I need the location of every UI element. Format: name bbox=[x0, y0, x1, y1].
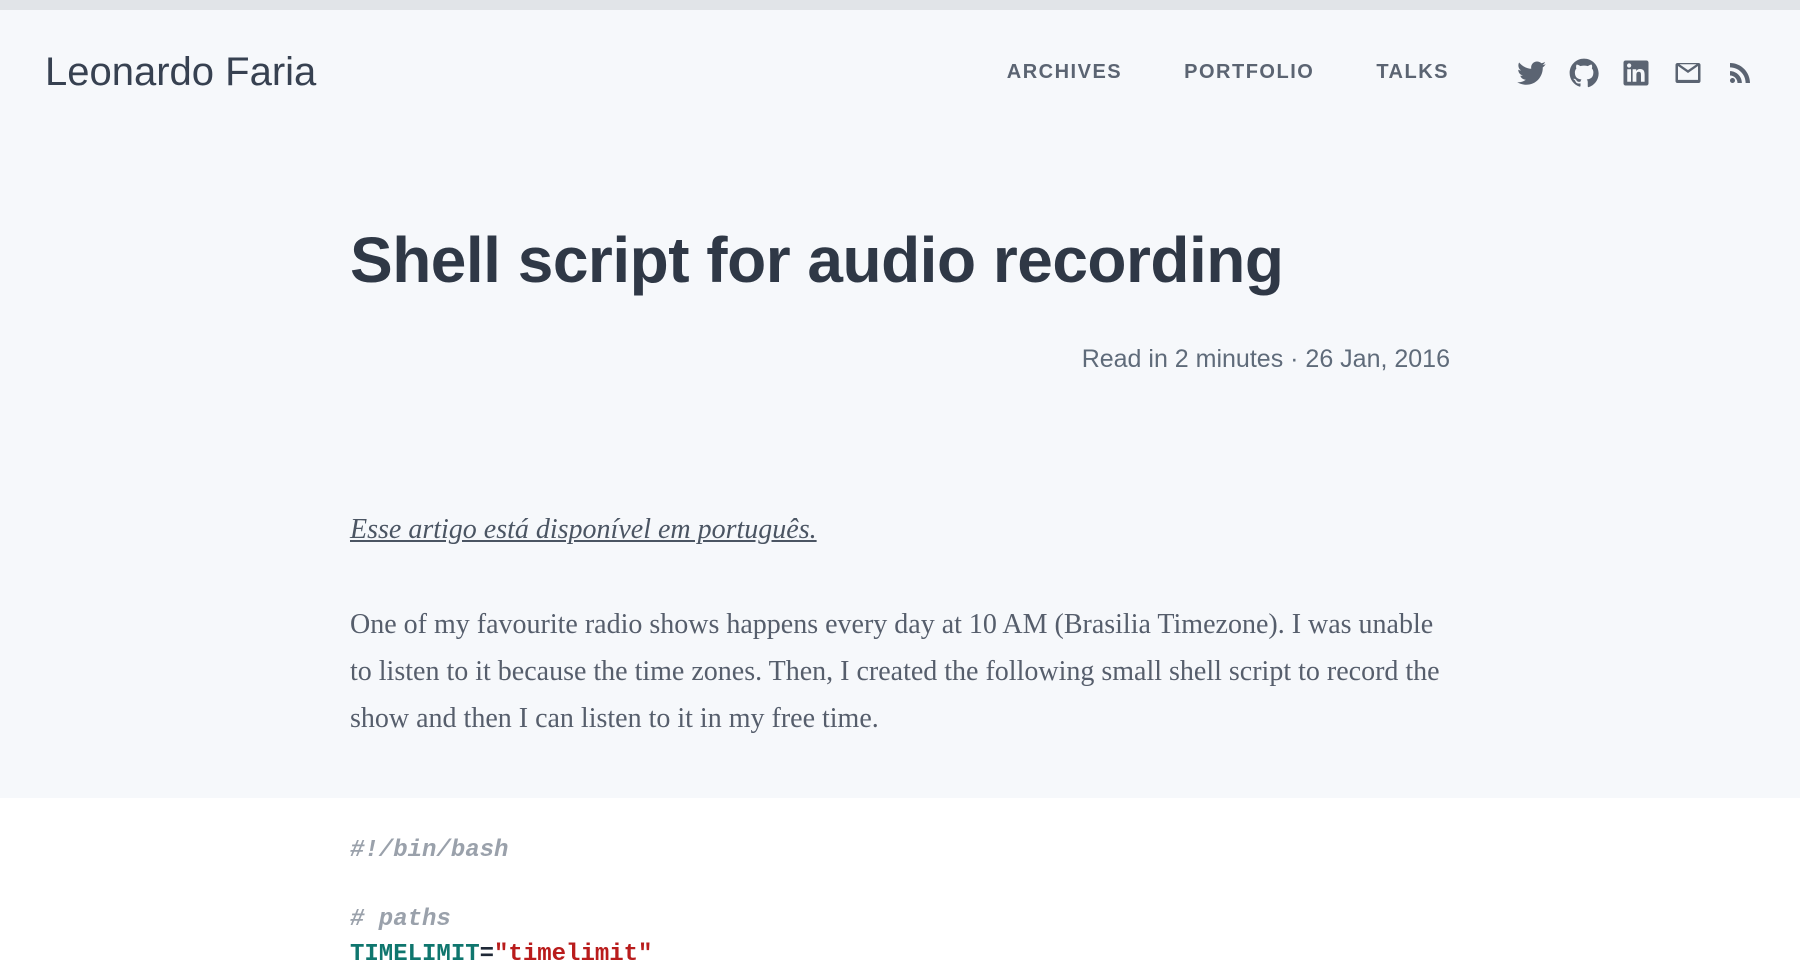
code-shebang: #!/bin/bash bbox=[350, 837, 508, 864]
site-title[interactable]: Leonardo Faria bbox=[45, 50, 316, 95]
article: Shell script for audio recording Read in… bbox=[350, 105, 1450, 973]
social-icons bbox=[1517, 58, 1755, 88]
code-val-timelimit: "timelimit" bbox=[494, 941, 652, 968]
meta-sep: · bbox=[1283, 345, 1305, 373]
email-icon[interactable] bbox=[1673, 58, 1703, 88]
linkedin-icon[interactable] bbox=[1621, 58, 1651, 88]
post-title: Shell script for audio recording bbox=[350, 225, 1450, 295]
meta-date: 26 Jan, 2016 bbox=[1305, 345, 1450, 373]
post-meta: Read in 2 minutes · 26 Jan, 2016 bbox=[350, 345, 1450, 374]
nav-links: ARCHIVES PORTFOLIO TALKS bbox=[1007, 61, 1449, 84]
github-icon[interactable] bbox=[1569, 58, 1599, 88]
nav-archives[interactable]: ARCHIVES bbox=[1007, 61, 1122, 84]
nav-portfolio[interactable]: PORTFOLIO bbox=[1184, 61, 1314, 84]
page-topbar bbox=[0, 0, 1800, 10]
rss-icon[interactable] bbox=[1725, 58, 1755, 88]
code-eq: = bbox=[480, 941, 494, 968]
code-var-timelimit: TIMELIMIT bbox=[350, 941, 480, 968]
code-block: #!/bin/bash # paths TIMELIMIT="timelimit… bbox=[0, 798, 1800, 972]
primary-nav: ARCHIVES PORTFOLIO TALKS bbox=[1007, 58, 1755, 88]
post-body: One of my favourite radio shows happens … bbox=[350, 601, 1450, 742]
twitter-icon[interactable] bbox=[1517, 58, 1547, 88]
site-header: Leonardo Faria ARCHIVES PORTFOLIO TALKS bbox=[0, 10, 1800, 105]
portuguese-link[interactable]: Esse artigo está disponível em português… bbox=[350, 514, 817, 546]
meta-readtime: Read in 2 minutes bbox=[1082, 345, 1284, 373]
code-comment-paths: # paths bbox=[350, 906, 451, 933]
nav-talks[interactable]: TALKS bbox=[1376, 61, 1449, 84]
